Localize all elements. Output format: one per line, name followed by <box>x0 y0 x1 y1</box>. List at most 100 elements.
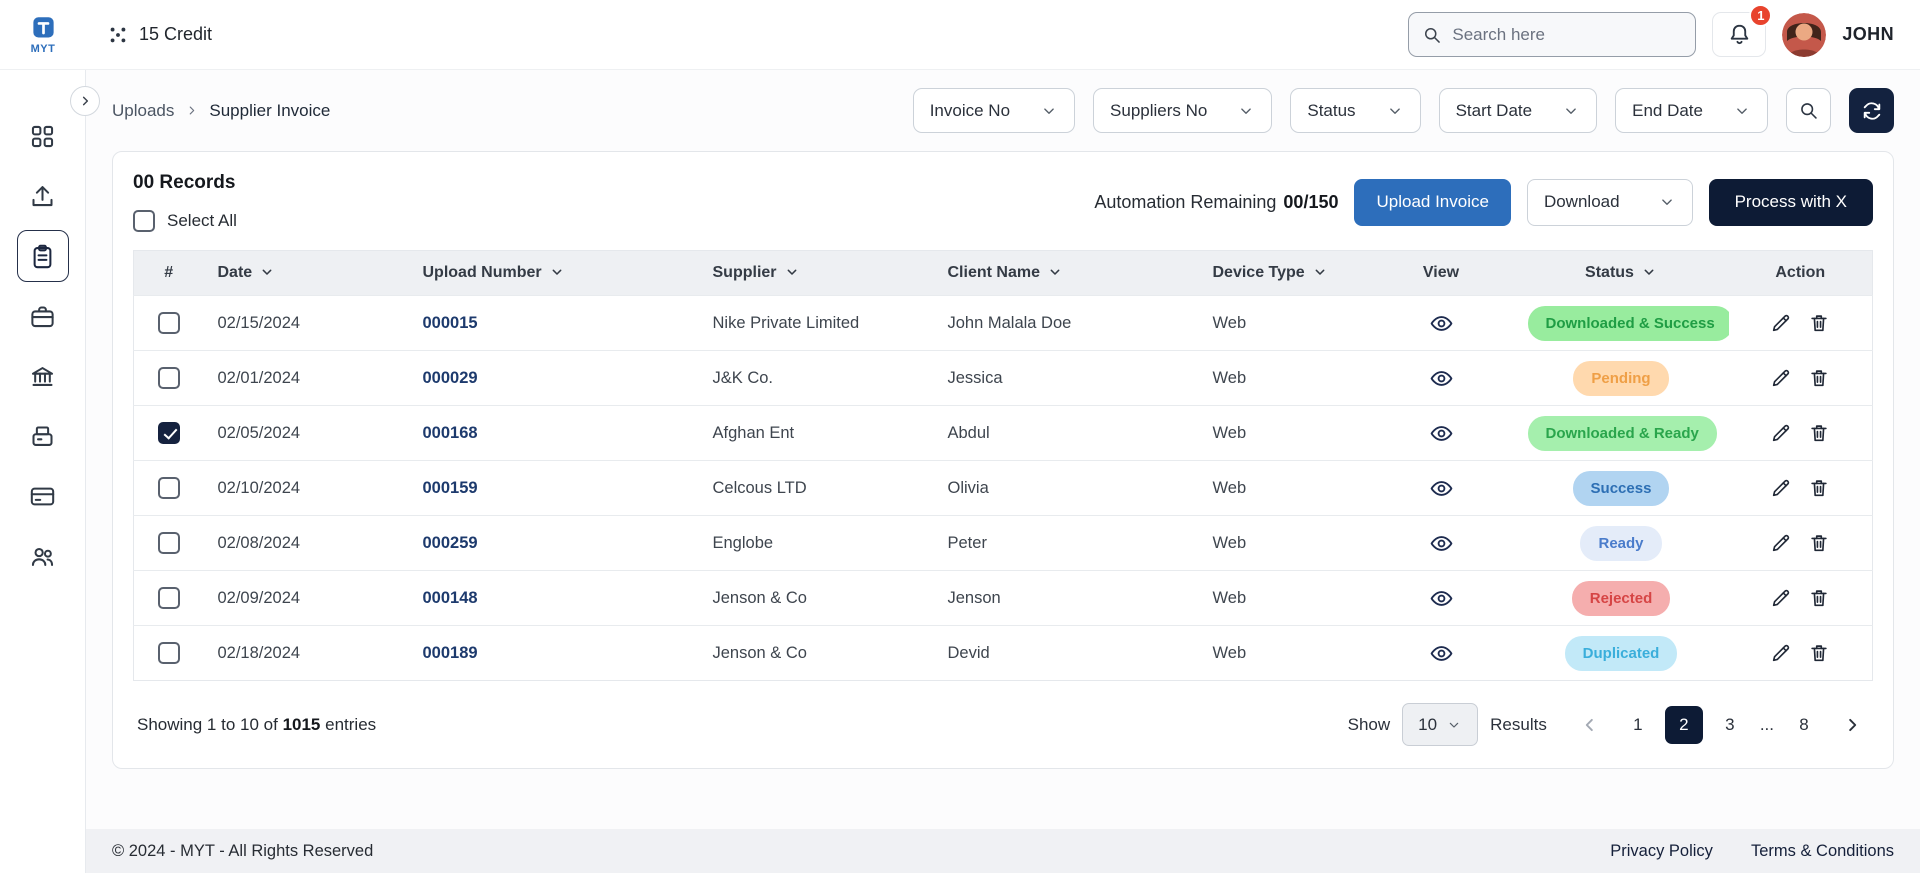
chevron-right-icon <box>184 103 199 118</box>
sidebar-expand-button[interactable] <box>70 86 100 116</box>
filter-bar: Invoice No Suppliers No Status Start Date En… <box>913 88 1894 133</box>
filter-status[interactable]: Status <box>1290 88 1420 133</box>
terms-conditions-link[interactable]: Terms & Conditions <box>1751 842 1894 861</box>
table-row: 02/08/2024000259EnglobePeterWebReady <box>134 516 1873 571</box>
sidebar-item-invoices[interactable] <box>17 230 69 282</box>
filter-search-button[interactable] <box>1786 88 1831 133</box>
upload-number-link[interactable]: 000189 <box>423 644 478 662</box>
select-all[interactable]: Select All <box>133 210 237 232</box>
logo-icon <box>30 15 57 42</box>
privacy-policy-link[interactable]: Privacy Policy <box>1610 842 1713 861</box>
next-page-button[interactable] <box>1835 708 1869 742</box>
sidebar-item-users[interactable] <box>17 530 69 582</box>
upload-invoice-button[interactable]: Upload Invoice <box>1354 179 1510 226</box>
previous-page-button[interactable] <box>1573 708 1607 742</box>
edit-icon[interactable] <box>1770 532 1792 554</box>
filter-suppliers-no[interactable]: Suppliers No <box>1093 88 1272 133</box>
page-button-8[interactable]: 8 <box>1785 706 1823 744</box>
entries-label: entries <box>325 715 376 734</box>
delete-icon[interactable] <box>1808 422 1830 444</box>
filter-end-date[interactable]: End Date <box>1615 88 1768 133</box>
row-checkbox[interactable] <box>158 367 180 389</box>
sort-icon[interactable] <box>1047 264 1063 280</box>
view-icon[interactable] <box>1429 476 1454 501</box>
delete-icon[interactable] <box>1808 587 1830 609</box>
user-avatar[interactable] <box>1782 13 1826 57</box>
upload-number-link[interactable]: 000029 <box>423 369 478 387</box>
view-icon[interactable] <box>1429 366 1454 391</box>
row-checkbox[interactable] <box>158 532 180 554</box>
notification-badge: 1 <box>1749 4 1772 27</box>
row-checkbox[interactable] <box>158 642 180 664</box>
view-icon[interactable] <box>1429 531 1454 556</box>
filter-invoice-no[interactable]: Invoice No <box>913 88 1075 133</box>
edit-icon[interactable] <box>1770 477 1792 499</box>
refresh-button[interactable] <box>1849 88 1894 133</box>
column-label: View <box>1423 264 1459 281</box>
page-size-select[interactable]: 10 <box>1402 703 1478 746</box>
column-header-date[interactable]: Date <box>204 251 409 296</box>
sidebar-nav <box>0 106 85 586</box>
table-row: 02/18/2024000189Jenson & CoDevidWebDupli… <box>134 626 1873 681</box>
row-checkbox[interactable] <box>158 422 180 444</box>
view-icon[interactable] <box>1429 421 1454 446</box>
column-header-device-type[interactable]: Device Type <box>1199 251 1369 296</box>
sort-icon[interactable] <box>549 264 565 280</box>
status-badge: Ready <box>1580 526 1661 561</box>
column-header-supplier[interactable]: Supplier <box>699 251 934 296</box>
row-client-name: John Malala Doe <box>948 314 1072 332</box>
status-badge: Rejected <box>1572 581 1671 616</box>
edit-icon[interactable] <box>1770 367 1792 389</box>
column-header-status[interactable]: Status <box>1514 251 1729 296</box>
column-label: Status <box>1585 264 1634 281</box>
edit-icon[interactable] <box>1770 642 1792 664</box>
upload-number-link[interactable]: 000159 <box>423 479 478 497</box>
edit-icon[interactable] <box>1770 587 1792 609</box>
page-button-3[interactable]: 3 <box>1711 706 1749 744</box>
row-checkbox[interactable] <box>158 587 180 609</box>
edit-icon[interactable] <box>1770 312 1792 334</box>
process-with-x-button[interactable]: Process with X <box>1709 179 1873 226</box>
delete-icon[interactable] <box>1808 477 1830 499</box>
delete-icon[interactable] <box>1808 312 1830 334</box>
sort-icon[interactable] <box>784 264 800 280</box>
delete-icon[interactable] <box>1808 642 1830 664</box>
select-all-checkbox[interactable] <box>133 210 155 232</box>
delete-icon[interactable] <box>1808 367 1830 389</box>
page-button-1[interactable]: 1 <box>1619 706 1657 744</box>
notifications-button[interactable]: 1 <box>1712 12 1766 57</box>
column-header-client-name[interactable]: Client Name <box>934 251 1199 296</box>
row-date: 02/05/2024 <box>218 424 301 442</box>
row-checkbox[interactable] <box>158 312 180 334</box>
row-client-name: Olivia <box>948 479 989 497</box>
sort-icon[interactable] <box>1312 264 1328 280</box>
chevron-down-icon <box>1237 102 1255 120</box>
sidebar-item-cards[interactable] <box>17 470 69 522</box>
app-logo[interactable]: MYT <box>0 15 86 55</box>
row-checkbox[interactable] <box>158 477 180 499</box>
filter-start-date[interactable]: Start Date <box>1439 88 1598 133</box>
view-icon[interactable] <box>1429 586 1454 611</box>
row-client-name: Jenson <box>948 589 1001 607</box>
delete-icon[interactable] <box>1808 532 1830 554</box>
search-input[interactable] <box>1452 25 1682 45</box>
upload-number-link[interactable]: 000168 <box>423 424 478 442</box>
sidebar-item-billing[interactable] <box>17 410 69 462</box>
upload-number-link[interactable]: 000259 <box>423 534 478 552</box>
upload-number-link[interactable]: 000015 <box>423 314 478 332</box>
sort-icon[interactable] <box>1641 264 1657 280</box>
column-header-upload-number[interactable]: Upload Number <box>409 251 699 296</box>
page-button-2[interactable]: 2 <box>1665 706 1703 744</box>
sidebar-item-jobs[interactable] <box>17 290 69 342</box>
breadcrumb-uploads[interactable]: Uploads <box>112 101 174 121</box>
sort-icon[interactable] <box>259 264 275 280</box>
sidebar-item-bank[interactable] <box>17 350 69 402</box>
edit-icon[interactable] <box>1770 422 1792 444</box>
sidebar-item-uploads[interactable] <box>17 170 69 222</box>
upload-number-link[interactable]: 000148 <box>423 589 478 607</box>
view-icon[interactable] <box>1429 641 1454 666</box>
filter-dropdowns: Invoice No Suppliers No Status Start Date En… <box>913 88 1768 133</box>
download-dropdown[interactable]: Download <box>1527 179 1693 226</box>
sidebar-item-dashboard[interactable] <box>17 110 69 162</box>
view-icon[interactable] <box>1429 311 1454 336</box>
